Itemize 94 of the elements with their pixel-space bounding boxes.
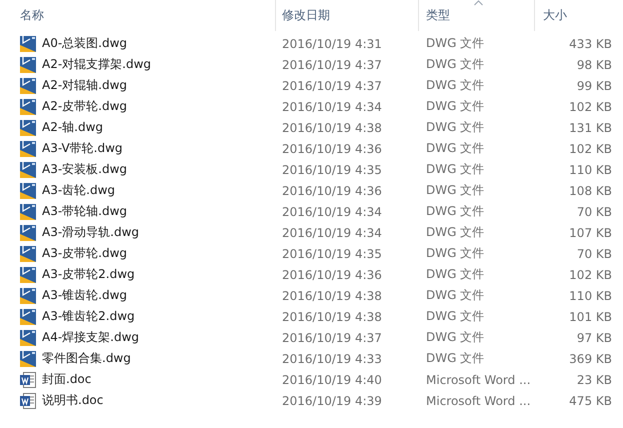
modified-date: 2016/10/19 4:34 xyxy=(281,226,383,240)
file-size: 369 KB xyxy=(568,352,613,366)
drawing-file-icon xyxy=(20,330,36,346)
file-type: DWG 文件 xyxy=(425,203,486,220)
modified-date: 2016/10/19 4:35 xyxy=(281,246,383,260)
file-size: 108 KB xyxy=(568,184,613,198)
file-type: DWG 文件 xyxy=(425,98,486,115)
file-size: 70 KB xyxy=(576,204,613,218)
drawing-file-icon xyxy=(20,308,36,324)
drawing-file-icon xyxy=(20,162,36,178)
file-size: 98 KB xyxy=(576,58,613,72)
file-size: 110 KB xyxy=(568,288,613,302)
file-size: 110 KB xyxy=(568,162,613,176)
word-document-icon xyxy=(20,372,36,388)
file-type: DWG 文件 xyxy=(425,77,486,94)
column-header[interactable]: 大小 xyxy=(543,7,567,24)
file-size: 70 KB xyxy=(576,246,613,260)
file-type: DWG 文件 xyxy=(425,308,486,325)
modified-date: 2016/10/19 4:35 xyxy=(281,162,383,176)
file-size: 102 KB xyxy=(568,268,613,282)
file-type: DWG 文件 xyxy=(425,329,486,346)
modified-date: 2016/10/19 4:36 xyxy=(281,184,383,198)
modified-date: 2016/10/19 4:34 xyxy=(281,100,383,114)
file-name[interactable]: 零件图合集.dwg xyxy=(42,350,131,367)
file-name[interactable]: A2-轴.dwg xyxy=(42,119,104,136)
file-name[interactable]: A2-对辊轴.dwg xyxy=(42,77,128,94)
file-name[interactable]: 说明书.doc xyxy=(42,392,104,409)
file-name[interactable]: A3-锥齿轮.dwg xyxy=(42,287,128,304)
file-name[interactable]: A3-皮带轮.dwg xyxy=(42,245,128,262)
file-name[interactable]: A4-焊接支架.dwg xyxy=(42,329,140,346)
file-name[interactable]: A3-滑动导轨.dwg xyxy=(42,224,140,241)
file-size: 101 KB xyxy=(568,310,613,324)
drawing-file-icon xyxy=(20,204,36,220)
file-type: DWG 文件 xyxy=(425,35,486,52)
drawing-file-icon xyxy=(20,36,36,52)
file-size: 97 KB xyxy=(576,330,613,344)
file-name[interactable]: A3-齿轮.dwg xyxy=(42,182,116,199)
file-name[interactable]: A0-总装图.dwg xyxy=(42,35,128,52)
modified-date: 2016/10/19 4:34 xyxy=(281,204,383,218)
file-type: DWG 文件 xyxy=(425,350,486,367)
modified-date: 2016/10/19 4:33 xyxy=(281,352,383,366)
file-name[interactable]: A3-V带轮.dwg xyxy=(42,140,123,157)
column-header[interactable]: 类型 xyxy=(426,7,450,24)
modified-date: 2016/10/19 4:36 xyxy=(281,142,383,156)
drawing-file-icon xyxy=(20,266,36,282)
column-header[interactable]: 名称 xyxy=(20,7,44,24)
file-type: DWG 文件 xyxy=(425,56,486,73)
file-size: 433 KB xyxy=(568,36,613,50)
file-size: 102 KB xyxy=(568,100,613,114)
drawing-file-icon xyxy=(20,78,36,94)
file-name[interactable]: A3-锥齿轮2.dwg xyxy=(42,308,135,325)
file-type: Microsoft Word ... xyxy=(425,372,532,386)
drawing-file-icon xyxy=(20,350,36,366)
file-type: DWG 文件 xyxy=(425,119,486,136)
drawing-file-icon xyxy=(20,140,36,156)
file-size: 23 KB xyxy=(576,372,613,386)
drawing-file-icon xyxy=(20,120,36,136)
file-size: 99 KB xyxy=(576,78,613,92)
drawing-file-icon xyxy=(20,288,36,304)
file-size: 475 KB xyxy=(568,394,613,408)
drawing-file-icon xyxy=(20,246,36,262)
file-type: Microsoft Word ... xyxy=(425,394,532,408)
file-type: DWG 文件 xyxy=(425,161,486,178)
drawing-file-icon xyxy=(20,98,36,114)
file-size: 102 KB xyxy=(568,142,613,156)
drawing-file-icon xyxy=(20,56,36,72)
file-size: 107 KB xyxy=(568,226,613,240)
modified-date: 2016/10/19 4:38 xyxy=(281,310,383,324)
file-type: DWG 文件 xyxy=(425,140,486,157)
file-type: DWG 文件 xyxy=(425,245,486,262)
drawing-file-icon xyxy=(20,182,36,198)
drawing-file-icon xyxy=(20,224,36,240)
file-type: DWG 文件 xyxy=(425,266,486,283)
file-size: 131 KB xyxy=(568,120,613,134)
file-type: DWG 文件 xyxy=(425,287,486,304)
file-name[interactable]: A3-安装板.dwg xyxy=(42,161,128,178)
file-name[interactable]: A3-皮带轮2.dwg xyxy=(42,266,135,283)
modified-date: 2016/10/19 4:37 xyxy=(281,78,383,92)
modified-date: 2016/10/19 4:31 xyxy=(281,36,383,50)
modified-date: 2016/10/19 4:37 xyxy=(281,330,383,344)
file-name[interactable]: 封面.doc xyxy=(42,371,92,388)
modified-date: 2016/10/19 4:40 xyxy=(281,372,383,386)
file-name[interactable]: A2-对辊支撑架.dwg xyxy=(42,56,152,73)
modified-date: 2016/10/19 4:38 xyxy=(281,288,383,302)
modified-date: 2016/10/19 4:37 xyxy=(281,58,383,72)
column-header[interactable]: 修改日期 xyxy=(282,7,330,24)
file-name[interactable]: A3-带轮轴.dwg xyxy=(42,203,128,220)
file-type: DWG 文件 xyxy=(425,182,486,199)
word-document-icon xyxy=(20,392,36,408)
modified-date: 2016/10/19 4:39 xyxy=(281,394,383,408)
modified-date: 2016/10/19 4:36 xyxy=(281,268,383,282)
file-name[interactable]: A2-皮带轮.dwg xyxy=(42,98,128,115)
modified-date: 2016/10/19 4:38 xyxy=(281,120,383,134)
file-type: DWG 文件 xyxy=(425,224,486,241)
